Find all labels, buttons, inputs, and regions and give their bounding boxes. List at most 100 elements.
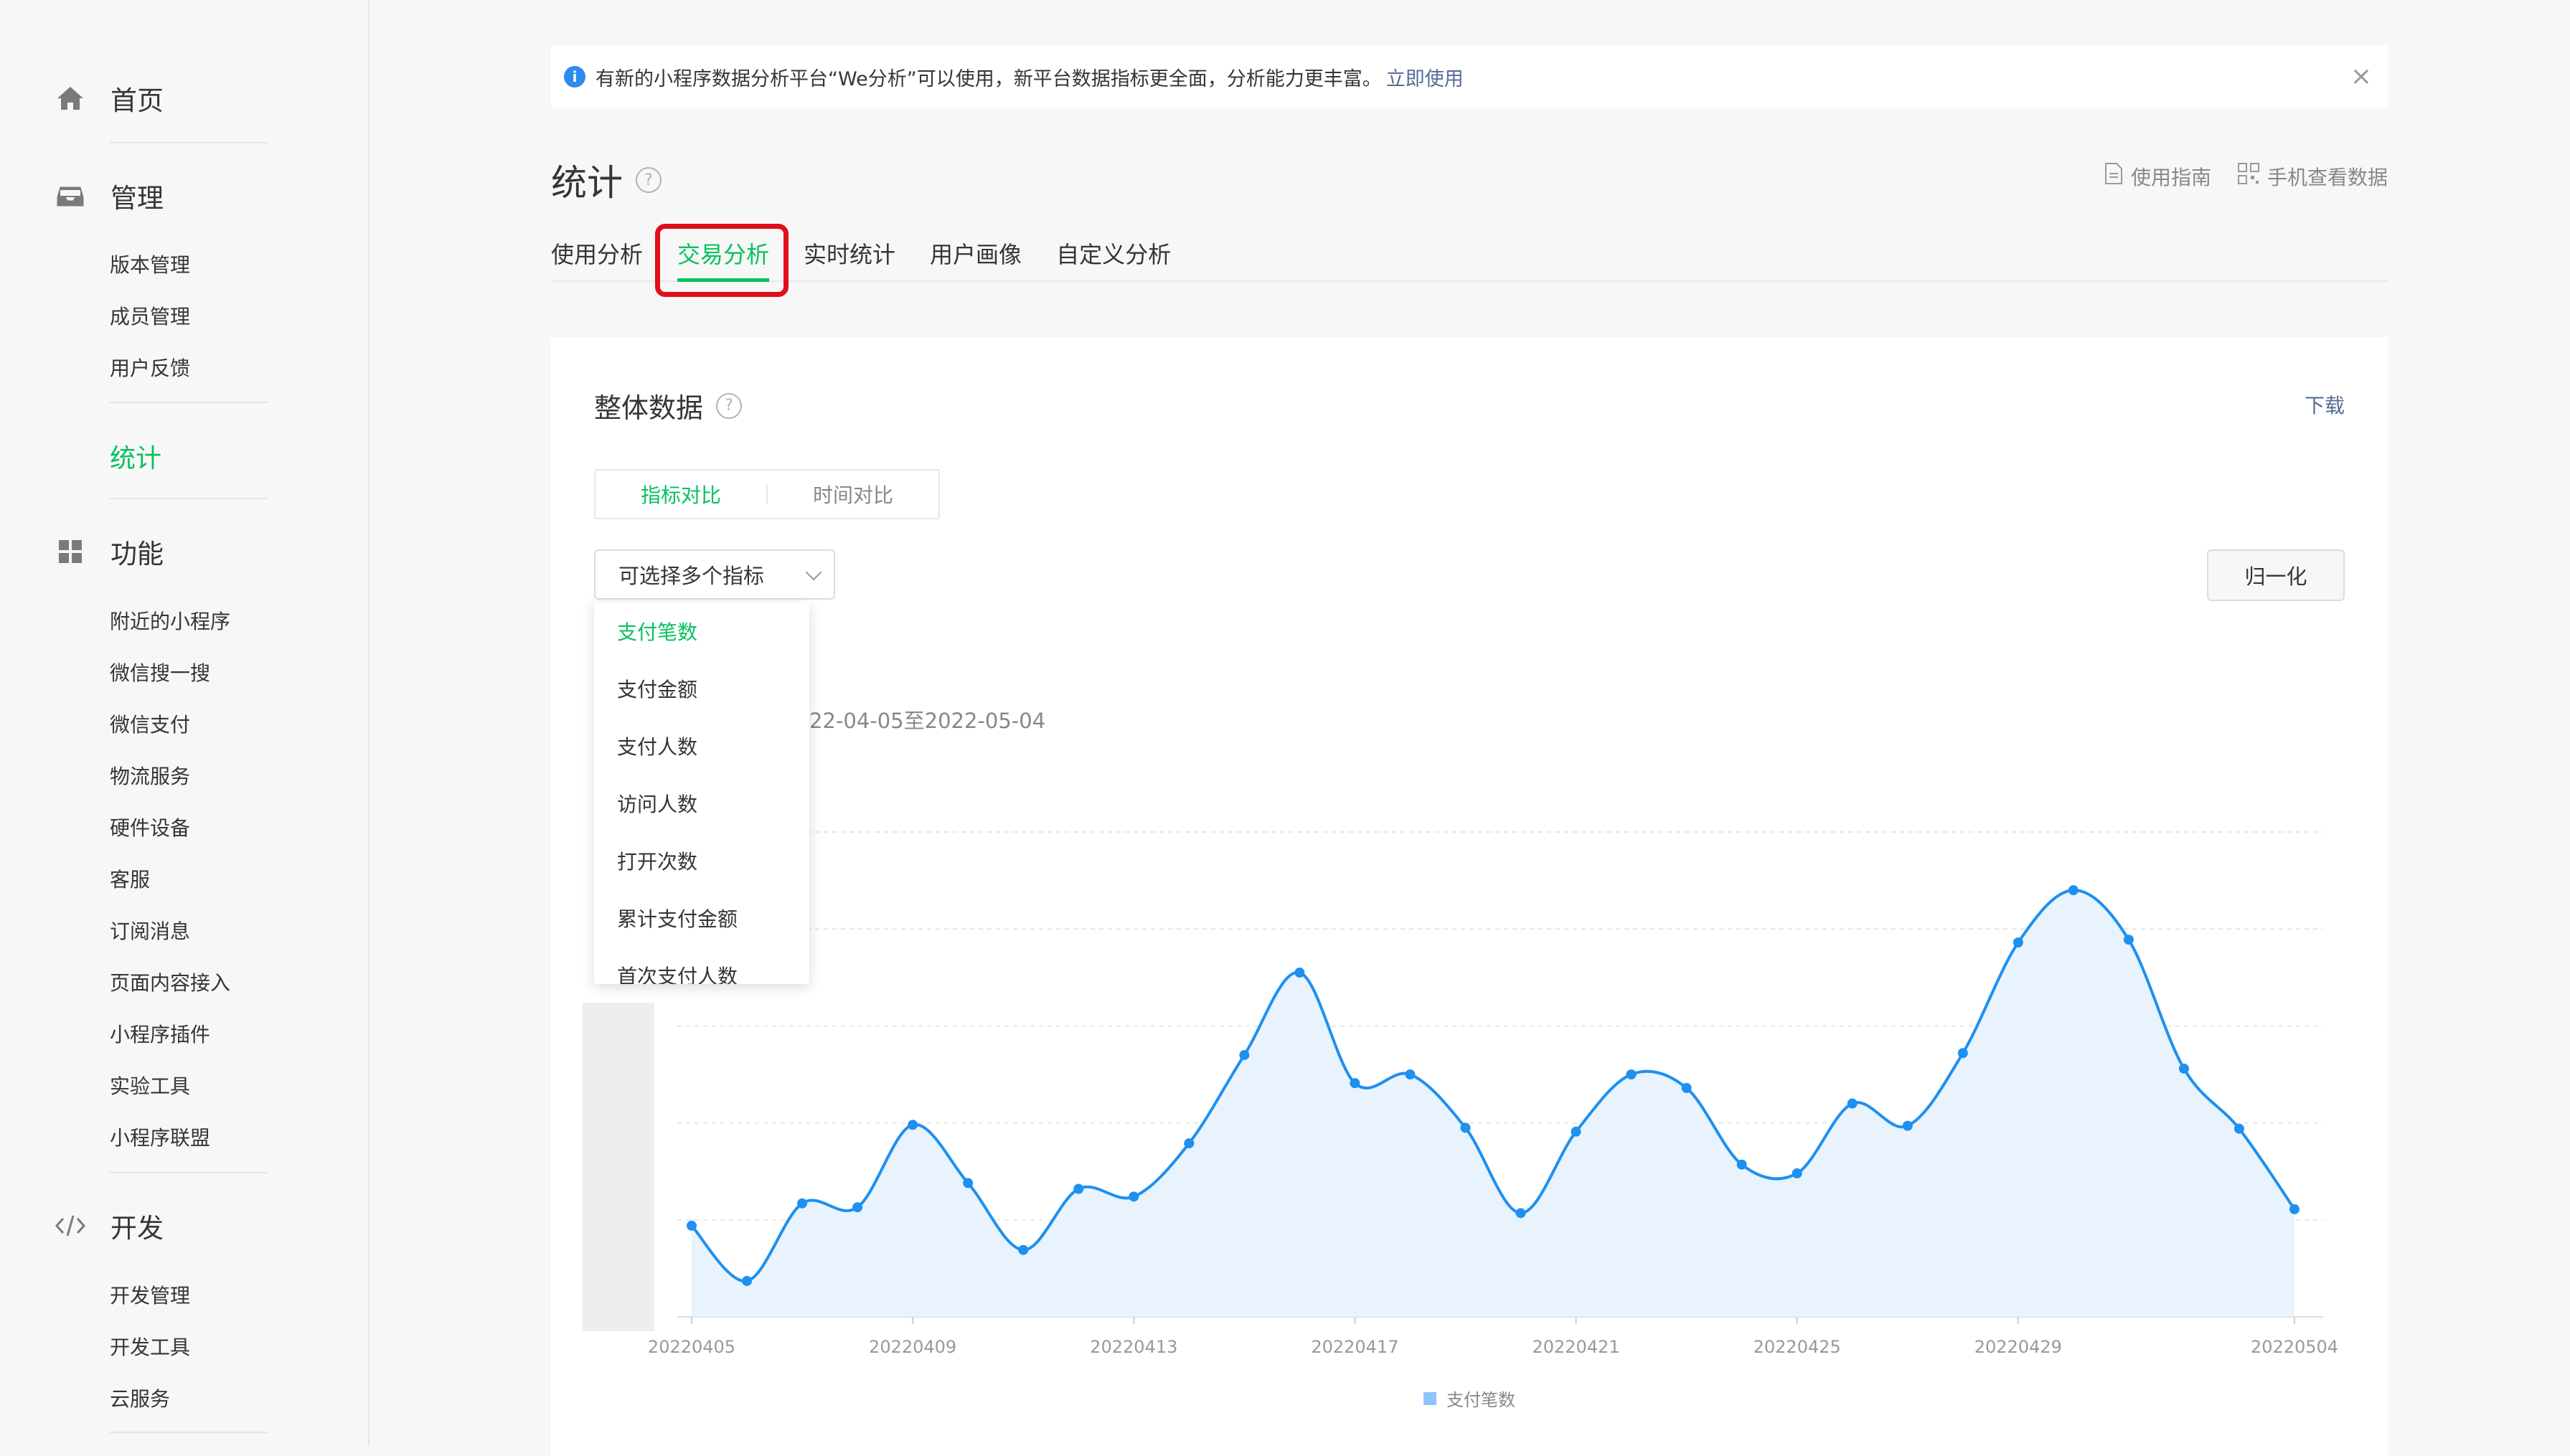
data-point — [1515, 1208, 1526, 1219]
nav-manage[interactable]: 管理 — [55, 176, 164, 215]
tab-highlight-box — [655, 224, 789, 297]
data-point — [1847, 1098, 1858, 1109]
x-tick-label: 20220405 — [648, 1337, 735, 1357]
notice-text: 有新的小程序数据分析平台“We分析”可以使用，新平台数据指标更全面，分析能力更丰… — [596, 67, 1382, 90]
nav-dev-manage[interactable]: 开发管理 — [110, 1280, 190, 1309]
nav-feedback[interactable]: 用户反馈 — [110, 353, 190, 382]
dropdown-option[interactable]: 访问人数 — [594, 775, 809, 832]
nav-stats[interactable]: 统计 — [110, 438, 161, 475]
notice-link[interactable]: 立即使用 — [1386, 63, 1464, 91]
x-tick-label: 20220413 — [1090, 1337, 1177, 1357]
x-tick-label: 20220409 — [869, 1337, 956, 1357]
nav-logistics[interactable]: 物流服务 — [110, 761, 190, 790]
data-point — [2178, 1063, 2189, 1074]
x-tick-label: 20220429 — [1974, 1337, 2062, 1357]
data-point — [1792, 1168, 1802, 1178]
nav-cloud[interactable]: 云服务 — [110, 1384, 170, 1412]
qrcode-icon — [2237, 162, 2260, 191]
data-point — [1736, 1159, 1747, 1170]
legend-swatch — [1423, 1391, 1436, 1405]
data-point — [2013, 937, 2023, 948]
nav-search[interactable]: 微信搜一搜 — [110, 658, 210, 686]
data-point — [2068, 885, 2079, 896]
data-point — [797, 1198, 808, 1209]
nav-content[interactable]: 页面内容接入 — [110, 968, 230, 996]
dropdown-option[interactable]: 支付笔数 — [594, 602, 809, 660]
guide-link[interactable]: 使用指南 — [2104, 162, 2211, 191]
nav-manage-label: 管理 — [110, 183, 164, 214]
divider — [110, 1172, 268, 1173]
nav-home-label: 首页 — [110, 85, 164, 116]
data-point — [1184, 1138, 1195, 1148]
page-title: 统计 ? — [551, 154, 662, 206]
data-point — [1902, 1120, 1913, 1131]
legend-label: 支付笔数 — [1446, 1390, 1515, 1410]
inbox-icon — [55, 180, 86, 212]
nav-hardware[interactable]: 硬件设备 — [110, 813, 190, 841]
divider — [110, 142, 268, 143]
data-point — [1294, 968, 1305, 978]
tab-realtime[interactable]: 实时统计 — [804, 233, 895, 280]
nav-members[interactable]: 成员管理 — [110, 301, 190, 330]
data-point — [1681, 1082, 1692, 1093]
header-actions: 使用指南 手机查看数据 — [2078, 162, 2388, 191]
chart-legend: 支付笔数 — [551, 1386, 2388, 1411]
code-icon — [55, 1210, 86, 1242]
dropdown-option[interactable]: 累计支付金额 — [594, 889, 809, 947]
sidebar: 首页 管理 版本管理 成员管理 用户反馈 统计 功能 附近的小程序 微信搜一搜 … — [0, 0, 370, 1446]
dropdown-option[interactable]: 支付人数 — [594, 717, 809, 775]
data-point — [1350, 1078, 1360, 1089]
dropdown-option[interactable]: 打开次数 — [594, 832, 809, 889]
notice-bar: i 有新的小程序数据分析平台“We分析”可以使用，新平台数据指标更全面，分析能力… — [551, 46, 2388, 108]
data-point — [1018, 1244, 1029, 1255]
nav-plugin[interactable]: 小程序插件 — [110, 1019, 210, 1048]
document-icon — [2104, 162, 2124, 191]
data-point — [1957, 1048, 1968, 1059]
mobile-link[interactable]: 手机查看数据 — [2237, 162, 2388, 191]
nav-nearby[interactable]: 附近的小程序 — [110, 606, 230, 635]
tab-usage[interactable]: 使用分析 — [551, 233, 643, 280]
data-point — [1239, 1049, 1250, 1060]
info-icon: i — [564, 66, 585, 88]
data-point — [1073, 1183, 1084, 1194]
data-point — [1626, 1069, 1637, 1079]
tab-portrait[interactable]: 用户画像 — [930, 233, 1022, 280]
nav-features[interactable]: 功能 — [55, 532, 164, 571]
help-icon[interactable]: ? — [636, 167, 662, 193]
overall-data-card: 整体数据 ? 下载 指标对比 时间对比 可选择多个指标 归一化 22-04-05… — [551, 337, 2388, 1456]
data-point — [2289, 1204, 2300, 1214]
x-tick-label: 20220504 — [2251, 1337, 2338, 1357]
home-icon — [55, 82, 86, 114]
nav-dev-tools[interactable]: 开发工具 — [110, 1332, 190, 1361]
nav-features-label: 功能 — [110, 539, 164, 569]
tab-bar: 使用分析 交易分析 实时统计 用户画像 自定义分析 — [551, 233, 2388, 282]
data-point — [908, 1120, 918, 1130]
data-point — [2123, 935, 2134, 945]
grid-icon — [55, 536, 86, 567]
data-point — [742, 1275, 753, 1286]
data-point — [963, 1178, 974, 1188]
nav-version[interactable]: 版本管理 — [110, 250, 190, 278]
x-tick-label: 20220417 — [1311, 1337, 1398, 1357]
nav-service[interactable]: 客服 — [110, 864, 150, 893]
close-icon[interactable]: × — [2350, 62, 2372, 91]
tab-custom[interactable]: 自定义分析 — [1056, 233, 1171, 280]
dropdown-option[interactable]: 支付金额 — [594, 660, 809, 717]
metric-dropdown: 支付笔数 支付金额 支付人数 访问人数 打开次数 累计支付金额 首次支付人数 — [594, 602, 809, 984]
page-title-text: 统计 — [551, 162, 623, 204]
guide-label: 使用指南 — [2130, 166, 2211, 189]
nav-experiment[interactable]: 实验工具 — [110, 1071, 190, 1100]
nav-home[interactable]: 首页 — [55, 79, 164, 118]
data-point — [852, 1202, 863, 1213]
dropdown-option[interactable]: 首次支付人数 — [594, 947, 809, 984]
data-point — [1460, 1122, 1471, 1133]
trend-chart: 20220405 20220409 20220413 20220417 20220421… — [583, 831, 2338, 1357]
divider — [110, 498, 268, 499]
nav-dev[interactable]: 开发 — [55, 1206, 164, 1245]
data-point — [687, 1220, 697, 1231]
data-point — [1405, 1069, 1416, 1079]
nav-pay[interactable]: 微信支付 — [110, 709, 190, 738]
nav-alliance[interactable]: 小程序联盟 — [110, 1122, 210, 1151]
nav-subscribe[interactable]: 订阅消息 — [110, 916, 190, 945]
data-point — [1129, 1191, 1139, 1202]
